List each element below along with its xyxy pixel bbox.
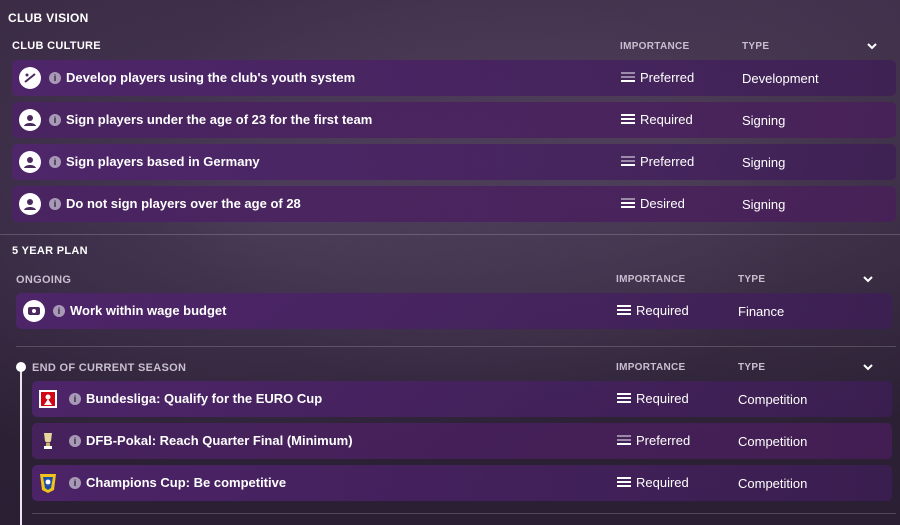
club-culture-row-importance: Preferred (640, 154, 695, 169)
importance-required-icon (617, 477, 631, 490)
section-divider (0, 234, 900, 235)
club-culture-title: CLUB CULTURE (12, 40, 101, 52)
club-culture-row-type: Signing (742, 155, 786, 170)
importance-preferred-icon (621, 72, 635, 85)
info-icon[interactable]: i (69, 435, 81, 447)
importance-preferred-icon (617, 435, 631, 448)
info-icon[interactable]: i (49, 156, 61, 168)
club-culture-row-description: Sign players under the age of 23 for the… (66, 112, 373, 127)
club-culture-row-importance: Preferred (640, 70, 695, 85)
club-culture-collapse-chevron-down-icon[interactable] (866, 40, 878, 52)
end-of-season-row-description: DFB-Pokal: Reach Quarter Final (Minimum) (86, 433, 353, 448)
end-of-season-importance-header: IMPORTANCE (616, 362, 686, 373)
end-of-season-row-type: Competition (738, 392, 808, 407)
section-divider (32, 513, 896, 514)
ongoing-importance-header: IMPORTANCE (616, 274, 686, 285)
end-of-season-row-bundesliga[interactable]: i Bundesliga: Qualify for the EURO Cup R… (32, 381, 892, 417)
club-culture-row-importance: Desired (640, 196, 685, 211)
five-year-plan-title: 5 YEAR PLAN (12, 245, 88, 257)
club-culture-row-youth[interactable]: i Develop players using the club's youth… (12, 60, 896, 96)
info-icon[interactable]: i (69, 393, 81, 405)
end-of-season-type-header: TYPE (738, 362, 766, 373)
club-culture-row-type: Signing (742, 197, 786, 212)
ongoing-title: ONGOING (16, 274, 72, 286)
end-of-season-row-description: Bundesliga: Qualify for the EURO Cup (86, 391, 323, 406)
importance-required-icon (621, 114, 635, 127)
youth-development-icon (19, 67, 41, 89)
importance-required-icon (617, 393, 631, 406)
end-of-season-row-type: Competition (738, 434, 808, 449)
ongoing-row-description: Work within wage budget (70, 303, 227, 318)
ongoing-type-header: TYPE (738, 274, 766, 285)
champions-cup-logo-icon (38, 473, 58, 493)
finance-icon (23, 300, 45, 322)
ongoing-row-importance: Required (636, 303, 689, 318)
club-culture-row-germany[interactable]: i Sign players based in Germany Preferre… (12, 144, 896, 180)
ongoing-row-wage-budget[interactable]: i Work within wage budget Required Finan… (16, 293, 892, 329)
dfb-pokal-trophy-icon (38, 431, 58, 451)
club-culture-type-header: TYPE (742, 41, 770, 52)
end-of-season-title: END OF CURRENT SEASON (32, 362, 187, 374)
timeline-dot (16, 362, 26, 372)
club-culture-row-description: Develop players using the club's youth s… (66, 70, 356, 85)
club-culture-row-importance: Required (640, 112, 693, 127)
club-vision-panel: CLUB VISION CLUB CULTURE IMPORTANCE TYPE… (0, 0, 900, 525)
ongoing-row-type: Finance (738, 304, 785, 319)
ongoing-collapse-chevron-down-icon[interactable] (862, 273, 874, 285)
importance-desired-icon (621, 198, 635, 211)
info-icon[interactable]: i (49, 198, 61, 210)
club-culture-row-type: Signing (742, 113, 786, 128)
timeline-line (20, 368, 22, 525)
club-culture-row-description: Sign players based in Germany (66, 154, 260, 169)
club-culture-importance-header: IMPORTANCE (620, 41, 690, 52)
end-of-season-row-dfb-pokal[interactable]: i DFB-Pokal: Reach Quarter Final (Minimu… (32, 423, 892, 459)
info-icon[interactable]: i (53, 305, 65, 317)
club-culture-row-over-28[interactable]: i Do not sign players over the age of 28… (12, 186, 896, 222)
section-divider (16, 346, 896, 347)
end-of-season-row-description: Champions Cup: Be competitive (86, 475, 287, 490)
info-icon[interactable]: i (69, 477, 81, 489)
bundesliga-logo-icon (38, 389, 58, 409)
info-icon[interactable]: i (49, 114, 61, 126)
end-of-season-row-champions-cup[interactable]: i Champions Cup: Be competitive Required… (32, 465, 892, 501)
club-culture-row-under-23[interactable]: i Sign players under the age of 23 for t… (12, 102, 896, 138)
club-culture-row-type: Development (742, 71, 819, 86)
page-title: CLUB VISION (8, 11, 89, 25)
club-culture-row-description: Do not sign players over the age of 28 (66, 196, 301, 211)
importance-required-icon (617, 305, 631, 318)
end-of-season-collapse-chevron-down-icon[interactable] (862, 361, 874, 373)
end-of-season-row-importance: Required (636, 391, 689, 406)
importance-preferred-icon (621, 156, 635, 169)
player-profile-icon (19, 109, 41, 131)
info-icon[interactable]: i (49, 72, 61, 84)
end-of-season-row-importance: Preferred (636, 433, 691, 448)
player-profile-icon (19, 193, 41, 215)
player-profile-icon (19, 151, 41, 173)
end-of-season-row-importance: Required (636, 475, 689, 490)
end-of-season-row-type: Competition (738, 476, 808, 491)
